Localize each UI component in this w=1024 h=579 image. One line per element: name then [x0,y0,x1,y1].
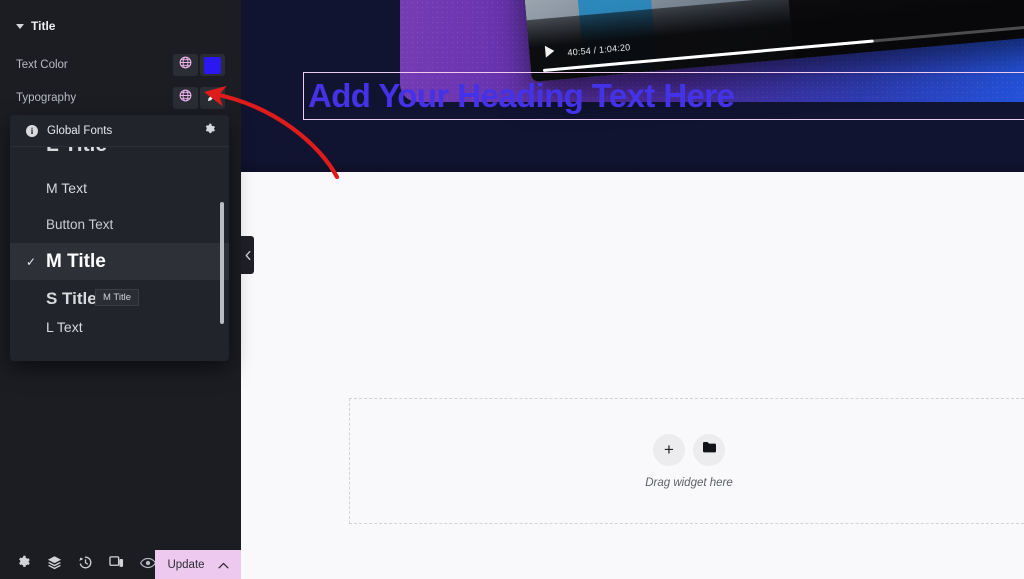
update-button-label: Update [167,558,205,571]
add-template-button[interactable] [693,433,725,466]
hero-bottom-fade [241,158,1024,172]
control-label-text-color: Text Color [16,59,68,71]
dropdown-scrollbar[interactable] [220,202,224,324]
settings-button[interactable] [8,550,39,579]
layers-icon [47,555,62,575]
list-item[interactable]: L Text [10,317,229,335]
dropzone-buttons: + [653,433,725,466]
navigator-button[interactable] [39,550,70,579]
page-title: Add Your Heading Text Here [308,77,735,114]
gear-icon[interactable] [204,122,216,140]
widget-dropzone[interactable]: + Drag widget here [349,398,1024,524]
chevron-left-icon [245,250,251,260]
check-icon: ✓ [26,254,37,269]
tooltip: M Title [95,289,139,306]
global-font-label: L Text [46,319,83,335]
color-swatch-button[interactable] [200,54,225,76]
control-row-text-color: Text Color [0,50,241,80]
add-widget-button[interactable]: + [653,433,685,466]
globe-icon [179,89,192,107]
footer-icon-group [0,550,163,579]
heading-widget[interactable]: Add Your Heading Text Here [303,72,1024,120]
responsive-mode-button[interactable] [101,550,132,579]
global-color-button[interactable] [173,54,198,76]
gear-icon [17,555,31,574]
pencil-icon [206,89,220,108]
control-widgets-typography [173,87,225,109]
history-icon [78,555,93,575]
list-item[interactable]: M Text [10,169,229,206]
global-font-label: L Title [46,147,107,157]
list-item[interactable]: Button Text [10,206,229,243]
control-row-typography: Typography [0,83,241,113]
color-swatch [204,56,221,74]
dropzone-label: Drag widget here [645,476,733,489]
global-font-label: Button Text [46,217,114,232]
control-label-typography: Typography [16,92,77,104]
section-title-label: Title [31,19,56,33]
globe-icon [179,56,192,74]
play-icon[interactable] [544,44,555,58]
global-font-label: M Text [46,179,87,196]
folder-icon [702,441,717,459]
global-fonts-header: i Global Fonts [10,115,229,147]
panel-collapse-handle[interactable] [241,236,254,274]
info-icon[interactable]: i [26,124,38,137]
eye-icon [139,556,156,574]
global-font-label: M Title [46,250,106,272]
responsive-icon [109,555,124,574]
global-fonts-title: Global Fonts [47,124,113,137]
global-font-label: S Title [46,288,97,308]
edit-typography-button[interactable] [200,87,225,109]
global-fonts-dropdown[interactable]: i Global Fonts L Title M Text But [10,115,229,361]
history-button[interactable] [70,550,101,579]
global-fonts-list[interactable]: L Title M Text Button Text ✓ M Title S T… [10,147,229,361]
elementor-editor-screen: 40:54 / 1:04:20 Add Your Heading Text He… [0,0,1024,579]
plus-icon: + [664,440,674,459]
caret-down-icon [16,23,24,29]
panel-section-title[interactable]: Title [0,14,241,38]
chevron-up-icon[interactable] [218,556,229,574]
list-item-selected[interactable]: ✓ M Title [10,243,229,280]
page-canvas: 40:54 / 1:04:20 Add Your Heading Text He… [241,0,1024,579]
list-item[interactable]: L Title [10,147,229,169]
panel-footer-toolbar: Update [0,550,241,579]
editor-panel: Title Text Color Typography i Global Fon… [0,0,241,579]
control-widgets-text-color [173,54,225,76]
global-font-button[interactable] [173,87,198,109]
update-button[interactable]: Update [155,550,241,579]
video-timestamp: 40:54 / 1:04:20 [567,42,631,58]
